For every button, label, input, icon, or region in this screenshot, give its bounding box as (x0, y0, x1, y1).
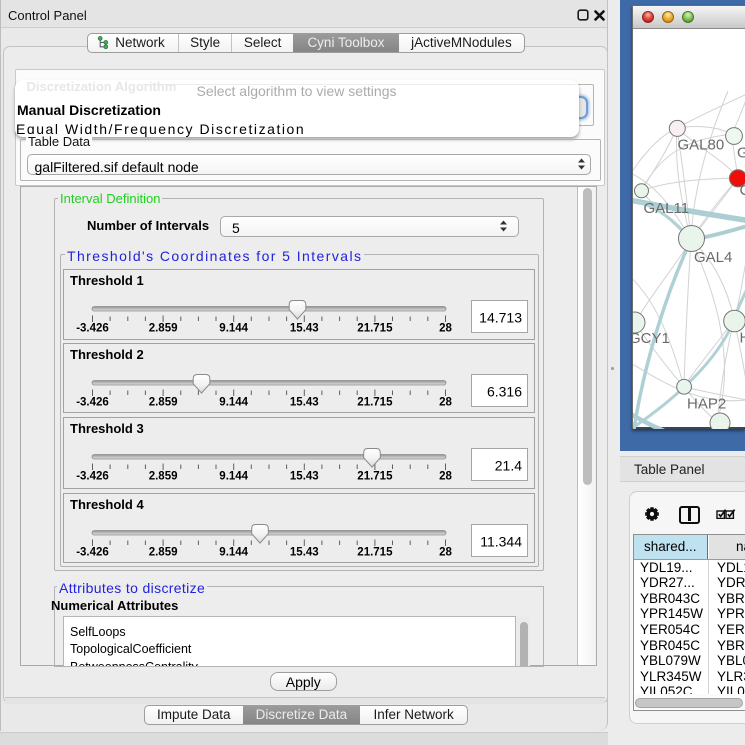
svg-text:-3.426: -3.426 (76, 396, 109, 408)
svg-text:28: 28 (439, 396, 452, 408)
svg-text:14.713: 14.713 (479, 310, 522, 326)
svg-text:9.144: 9.144 (219, 323, 248, 335)
svg-text:15.43: 15.43 (290, 323, 319, 335)
svg-text:H: H (740, 330, 745, 347)
svg-text:Threshold 1: Threshold 1 (70, 273, 144, 288)
svg-text:28: 28 (439, 470, 452, 482)
svg-text:Threshold 2: Threshold 2 (70, 347, 144, 362)
svg-text:15.43: 15.43 (290, 546, 319, 558)
svg-text:GAL11: GAL11 (644, 200, 690, 217)
svg-text:-3.426: -3.426 (76, 470, 109, 482)
svg-text:28: 28 (439, 323, 452, 335)
svg-text:9.144: 9.144 (219, 470, 248, 482)
svg-text:2.859: 2.859 (149, 396, 178, 408)
svg-text:2.859: 2.859 (149, 323, 178, 335)
svg-text:G.: G. (737, 145, 745, 162)
svg-text:GAL80: GAL80 (678, 137, 725, 154)
svg-text:C: C (740, 182, 745, 199)
svg-text:15.43: 15.43 (290, 396, 319, 408)
svg-text:Threshold 4: Threshold 4 (70, 497, 144, 512)
svg-text:21.715: 21.715 (357, 396, 393, 408)
svg-text:21.715: 21.715 (357, 323, 393, 335)
svg-text:HAP2: HAP2 (687, 396, 726, 413)
svg-text:21.715: 21.715 (357, 470, 393, 482)
svg-text:6.316: 6.316 (487, 383, 522, 399)
svg-text:2.859: 2.859 (149, 546, 178, 558)
svg-text:-3.426: -3.426 (76, 323, 109, 335)
svg-text:21.4: 21.4 (495, 457, 522, 473)
svg-text:Threshold 3: Threshold 3 (70, 421, 144, 436)
svg-text:9.144: 9.144 (219, 546, 248, 558)
svg-text:-3.426: -3.426 (76, 546, 109, 558)
svg-text:15.43: 15.43 (290, 470, 319, 482)
svg-text:GAL4: GAL4 (694, 249, 732, 266)
svg-text:GCY1: GCY1 (633, 330, 670, 347)
svg-text:28: 28 (439, 546, 452, 558)
svg-text:2.859: 2.859 (149, 470, 178, 482)
svg-text:11.344: 11.344 (480, 533, 522, 549)
svg-text:9.144: 9.144 (219, 396, 248, 408)
svg-text:21.715: 21.715 (357, 546, 393, 558)
